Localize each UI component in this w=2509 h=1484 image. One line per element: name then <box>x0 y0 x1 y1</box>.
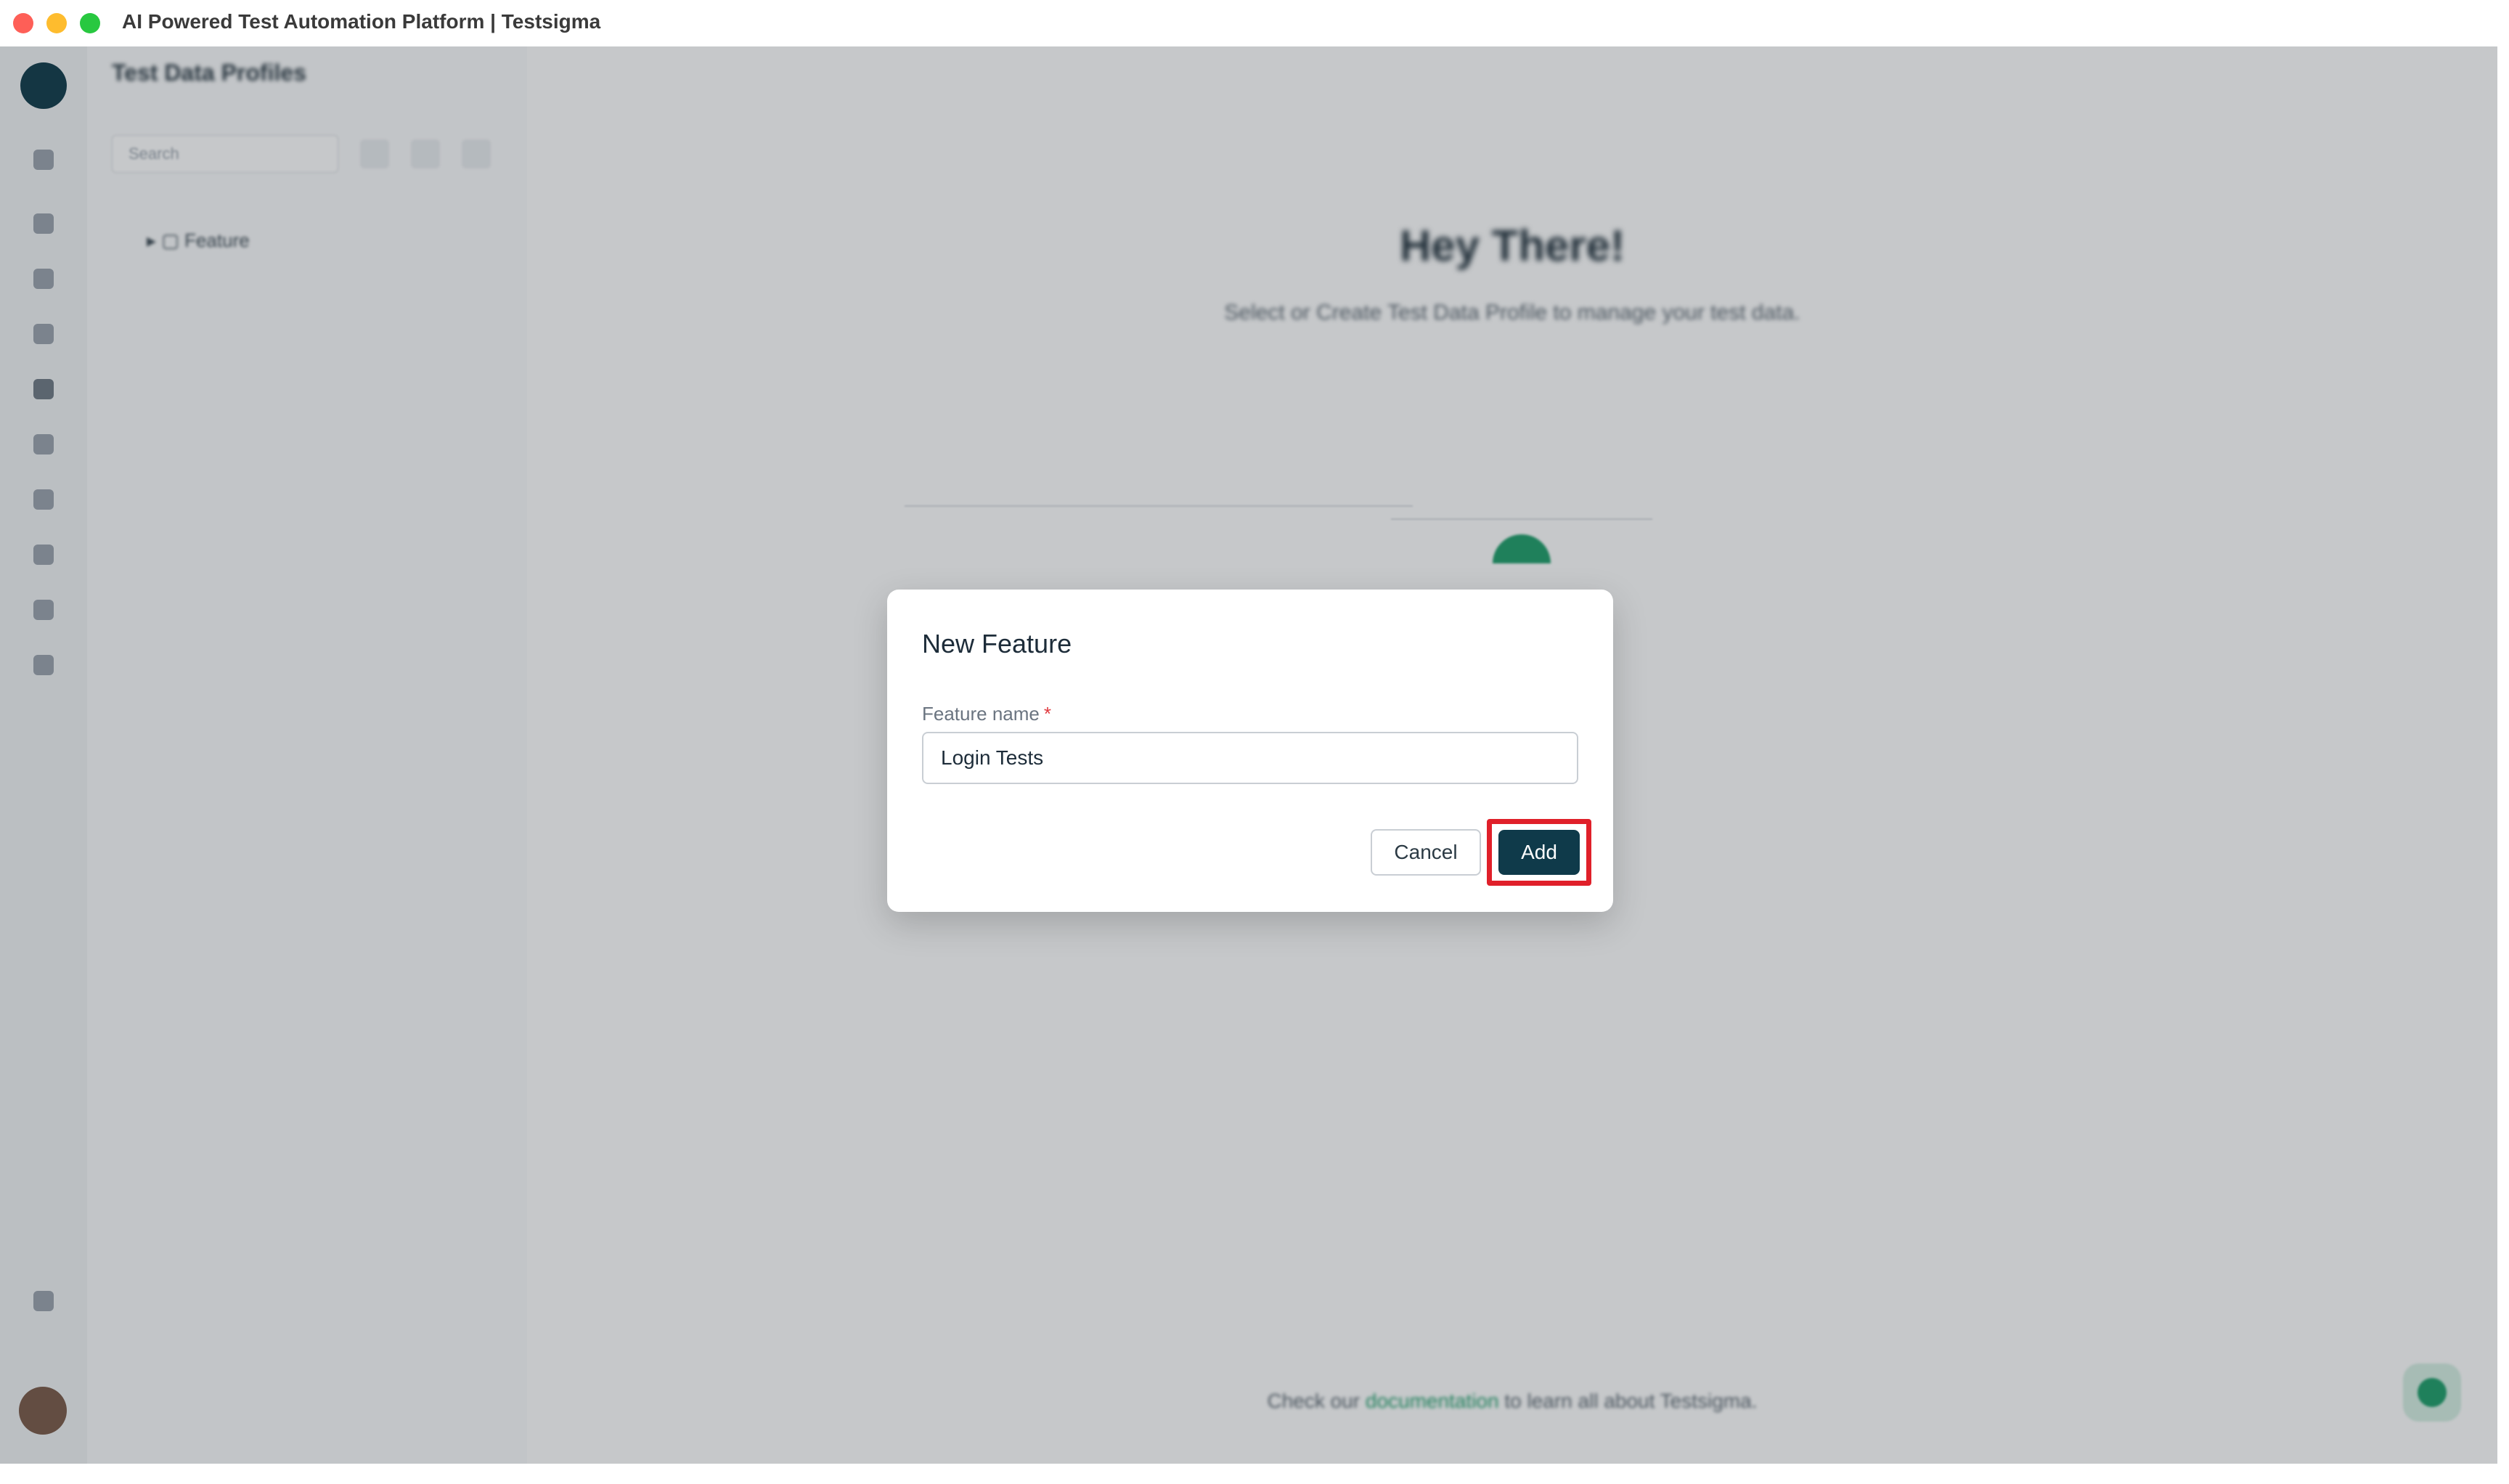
dialog-title: New Feature <box>922 629 1072 659</box>
feature-name-label-text: Feature name <box>922 703 1040 725</box>
feature-name-label: Feature name * <box>922 703 1051 725</box>
cancel-button[interactable]: Cancel <box>1371 829 1481 876</box>
feature-name-input[interactable] <box>922 732 1578 784</box>
required-indicator: * <box>1043 703 1051 725</box>
window-edge <box>0 1464 2509 1484</box>
close-window-button[interactable] <box>13 13 33 33</box>
add-button-highlight: Add <box>1487 819 1591 886</box>
window-edge <box>2497 0 2509 1484</box>
minimize-window-button[interactable] <box>46 13 67 33</box>
maximize-window-button[interactable] <box>80 13 100 33</box>
window-titlebar: AI Powered Test Automation Platform | Te… <box>0 0 2509 47</box>
add-button[interactable]: Add <box>1498 830 1580 875</box>
window-title: AI Powered Test Automation Platform | Te… <box>122 10 601 33</box>
new-feature-dialog: New Feature Feature name* Cancel Add <box>887 590 1613 912</box>
